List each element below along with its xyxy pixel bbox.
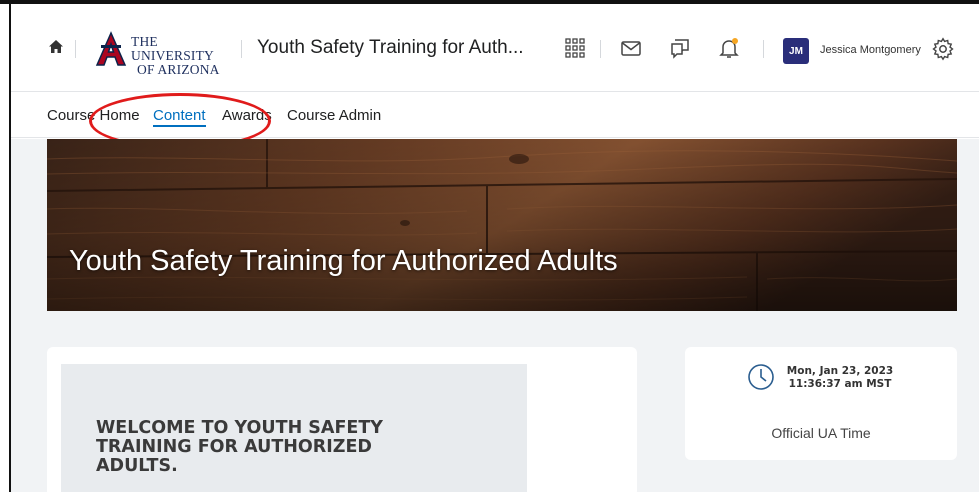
nav-course-home[interactable]: Course Home	[47, 107, 140, 124]
chat-icon[interactable]	[668, 36, 692, 60]
course-title-link[interactable]: Youth Safety Training for Auth...	[257, 37, 524, 59]
notification-dot-icon	[732, 38, 738, 44]
email-icon[interactable]	[619, 36, 643, 60]
university-name: THE UNIVERSITY OF ARIZONA	[131, 35, 235, 77]
course-navbar: Course Home Content Awards Course Admin	[11, 92, 979, 138]
avatar[interactable]: JM	[783, 38, 809, 64]
header-divider	[763, 40, 764, 58]
course-banner: Youth Safety Training for Authorized Adu…	[47, 139, 957, 311]
clock-icon	[748, 364, 774, 390]
top-header: THE UNIVERSITY OF ARIZONA Youth Safety T…	[11, 4, 979, 92]
gear-icon[interactable]	[931, 37, 955, 61]
official-time-widget: Mon, Jan 23, 2023 11:36:37 am MST Offici…	[685, 347, 957, 460]
welcome-card: WELCOME TO YOUTH SAFETY TRAINING FOR AUT…	[47, 347, 637, 492]
time-readout: Mon, Jan 23, 2023 11:36:37 am MST	[785, 365, 895, 391]
header-divider	[241, 40, 242, 58]
user-name[interactable]: Jessica Montgomery	[820, 44, 921, 56]
bell-icon[interactable]	[717, 36, 741, 60]
university-name-line1: THE UNIVERSITY	[131, 34, 214, 63]
arizona-a-logo-icon	[95, 31, 127, 66]
nav-course-admin[interactable]: Course Admin	[287, 107, 381, 124]
nav-content[interactable]: Content	[153, 107, 206, 127]
header-divider	[600, 40, 601, 58]
welcome-heading: WELCOME TO YOUTH SAFETY TRAINING FOR AUT…	[96, 418, 383, 476]
university-logo[interactable]: THE UNIVERSITY OF ARIZONA	[95, 31, 235, 77]
waffle-grid-icon[interactable]	[563, 36, 587, 60]
banner-title: Youth Safety Training for Authorized Adu…	[69, 245, 618, 277]
current-date: Mon, Jan 23, 2023	[786, 365, 894, 377]
current-time: 11:36:37 am MST	[788, 378, 892, 390]
university-name-line2: OF ARIZONA	[137, 62, 220, 77]
welcome-box: WELCOME TO YOUTH SAFETY TRAINING FOR AUT…	[61, 364, 527, 492]
home-icon[interactable]	[47, 38, 65, 56]
header-divider	[75, 40, 76, 58]
wood-texture-image	[47, 139, 957, 311]
nav-awards[interactable]: Awards	[222, 107, 272, 124]
time-caption: Official UA Time	[771, 425, 871, 441]
screenshot-frame: THE UNIVERSITY OF ARIZONA Youth Safety T…	[0, 0, 979, 492]
